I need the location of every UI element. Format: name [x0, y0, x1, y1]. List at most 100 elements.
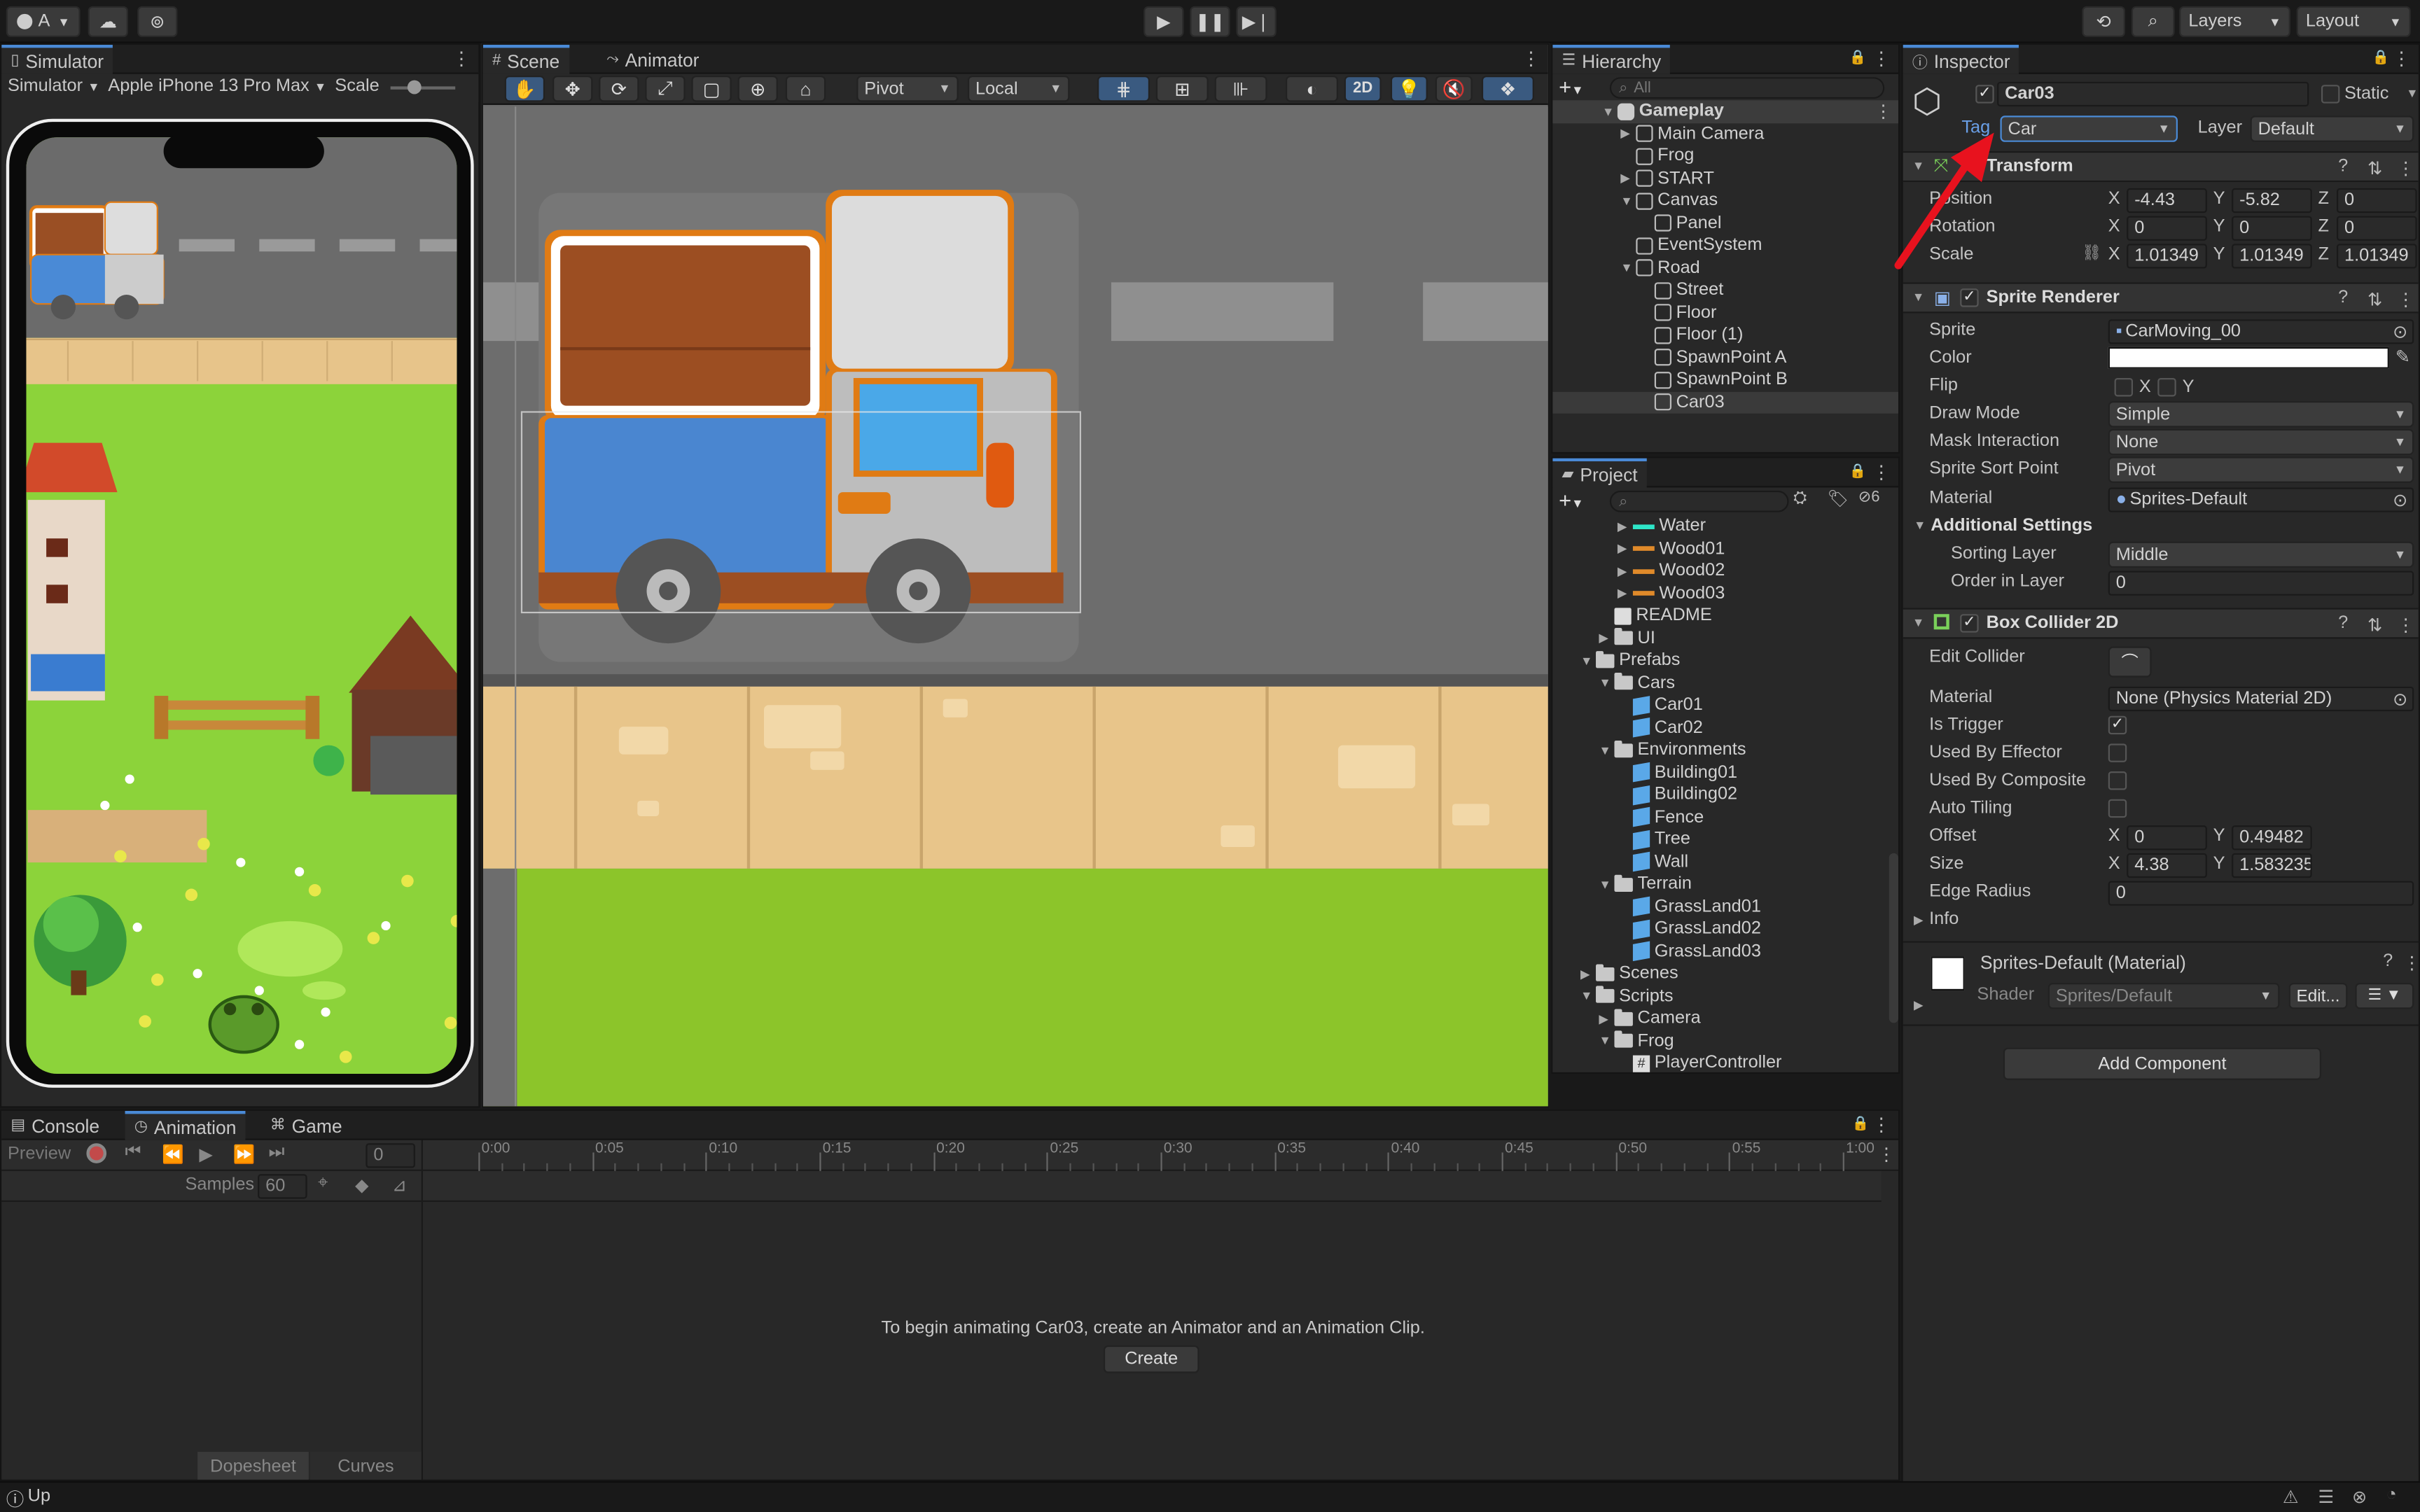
- simulator-menu-icon[interactable]: ⋮: [452, 48, 471, 69]
- sorting-layer-dropdown[interactable]: Middle ▼: [2108, 541, 2414, 568]
- hierarchy-item[interactable]: SpawnPoint B: [1552, 369, 1898, 391]
- custom-tool-button[interactable]: ⌂: [785, 75, 826, 102]
- hierarchy-item[interactable]: Floor: [1552, 302, 1898, 324]
- fold-icon[interactable]: ▶: [1599, 631, 1614, 645]
- first-keyframe-button[interactable]: ⏮: [125, 1143, 141, 1163]
- sprite-renderer-enabled-checkbox[interactable]: ✓: [1960, 288, 1979, 307]
- frame-field[interactable]: 0: [366, 1143, 415, 1168]
- preview-button[interactable]: Preview: [8, 1144, 71, 1163]
- ruler-button[interactable]: ⊪: [1214, 75, 1267, 102]
- lighting-toggle[interactable]: 💡: [1390, 75, 1428, 102]
- auto-tiling-checkbox[interactable]: [2108, 799, 2127, 818]
- inspector-menu-icon[interactable]: ⋮: [2392, 48, 2410, 69]
- tab-game[interactable]: ⌘ Game: [260, 1111, 351, 1140]
- hierarchy-item[interactable]: ▶ START: [1552, 167, 1898, 190]
- tab-hierarchy[interactable]: ☰ Hierarchy: [1552, 44, 1671, 74]
- object-picker-icon[interactable]: ⊙: [2393, 688, 2407, 709]
- used-by-composite-checkbox[interactable]: [2108, 771, 2127, 790]
- hierarchy-item[interactable]: ▼ Gameplay ⋮: [1552, 100, 1899, 123]
- project-search-input[interactable]: ⌕: [1609, 490, 1789, 512]
- layer-dropdown[interactable]: Default ▼: [2250, 115, 2414, 142]
- move-tool-button[interactable]: ✥: [552, 75, 593, 102]
- add-component-button[interactable]: Add Component: [2003, 1047, 2321, 1080]
- help-icon[interactable]: ?: [2383, 952, 2393, 970]
- record-button[interactable]: [86, 1143, 107, 1163]
- project-item[interactable]: Car02: [1552, 717, 1886, 739]
- hierarchy-item[interactable]: EventSystem: [1552, 234, 1898, 257]
- game-view-image[interactable]: [9, 122, 473, 1088]
- cloud-button[interactable]: ☁: [88, 6, 128, 37]
- project-item[interactable]: GrassLand03: [1552, 940, 1886, 962]
- next-keyframe-button[interactable]: ⏩: [233, 1143, 256, 1165]
- local-dropdown[interactable]: Local ▼: [967, 75, 1070, 102]
- color-swatch[interactable]: [2108, 346, 2389, 369]
- flip-x-checkbox[interactable]: [2114, 378, 2134, 397]
- project-item[interactable]: ▶ Water: [1552, 515, 1886, 538]
- tab-project[interactable]: ▰ Project: [1552, 458, 1647, 488]
- step-button[interactable]: ▶❘: [1236, 6, 1277, 37]
- cache-icon[interactable]: ☰: [2318, 1486, 2335, 1507]
- preset-icon[interactable]: ⇅: [2367, 288, 2382, 310]
- preset-icon[interactable]: ⇅: [2367, 158, 2382, 178]
- box-collider-header[interactable]: ▼ ✓ Box Collider 2D ? ⇅ ⋮: [1903, 608, 2419, 639]
- simulator-mode-dropdown[interactable]: Simulator ▼: [8, 77, 100, 95]
- tab-scene[interactable]: # Scene: [482, 44, 569, 74]
- fold-icon[interactable]: ▶: [1618, 587, 1633, 601]
- scene-car[interactable]: [520, 190, 1081, 662]
- preset-icon[interactable]: ⇅: [2367, 614, 2382, 636]
- animation-lock-icon[interactable]: 🔒: [1852, 1116, 1870, 1133]
- layout-dropdown[interactable]: Layout ▼: [2296, 6, 2411, 37]
- play-animation-button[interactable]: ▶: [199, 1143, 213, 1165]
- scene-menu-icon[interactable]: ⋮: [1875, 101, 1892, 122]
- rotation-z-field[interactable]: 0: [2336, 216, 2417, 241]
- hierarchy-item[interactable]: Street: [1552, 279, 1898, 302]
- object-name-field[interactable]: Car03: [1997, 81, 2309, 107]
- edit-collider-button[interactable]: ⌒: [2108, 646, 2152, 678]
- hierarchy-lock-icon[interactable]: 🔒: [1849, 50, 1866, 66]
- project-item[interactable]: Wall: [1552, 851, 1886, 874]
- scale-z-field[interactable]: 1.01349: [2336, 244, 2417, 269]
- help-icon[interactable]: ?: [2338, 614, 2348, 632]
- project-item[interactable]: ▼ Frog: [1552, 1030, 1886, 1052]
- hierarchy-item[interactable]: Panel: [1552, 212, 1898, 234]
- project-menu-icon[interactable]: ⋮: [1872, 461, 1891, 483]
- fold-icon[interactable]: ▼: [1599, 878, 1614, 892]
- hierarchy-item[interactable]: ▼ Canvas: [1552, 190, 1898, 212]
- position-y-field[interactable]: -5.82: [2232, 188, 2312, 214]
- hierarchy-item[interactable]: Floor (1): [1552, 324, 1898, 346]
- component-menu-icon[interactable]: ⋮: [2397, 614, 2414, 636]
- info-fold-icon[interactable]: ▶: [1914, 913, 1924, 927]
- static-dropdown[interactable]: ▼: [2406, 86, 2418, 100]
- hierarchy-item[interactable]: ▼ Road: [1552, 257, 1898, 279]
- debug-icon[interactable]: ⚠: [2283, 1486, 2299, 1507]
- scale-slider[interactable]: [390, 86, 456, 90]
- fold-icon[interactable]: ▶: [1620, 172, 1636, 186]
- material-fold-icon[interactable]: ▶: [1914, 998, 1924, 1012]
- curves-tab[interactable]: Curves: [310, 1452, 422, 1480]
- project-item[interactable]: Tree: [1552, 829, 1886, 851]
- hand-tool-button[interactable]: ✋: [504, 75, 545, 102]
- project-item[interactable]: ▼ Cars: [1552, 672, 1886, 694]
- project-item[interactable]: ▼ Scripts: [1552, 985, 1886, 1007]
- timeline-menu-icon[interactable]: ⋮: [1877, 1143, 1895, 1165]
- fold-icon[interactable]: ▶: [1618, 564, 1633, 578]
- samples-field[interactable]: 60: [258, 1174, 307, 1199]
- component-menu-icon[interactable]: ⋮: [2397, 288, 2414, 310]
- shading-mode-button[interactable]: ◐: [1285, 75, 1338, 102]
- project-item[interactable]: Building02: [1552, 784, 1886, 806]
- pause-button[interactable]: ❚❚: [1190, 6, 1230, 37]
- project-item[interactable]: GrassLand02: [1552, 918, 1886, 940]
- order-in-layer-field[interactable]: 0: [2108, 570, 2414, 596]
- position-x-field[interactable]: -4.43: [2127, 188, 2207, 214]
- project-item[interactable]: Fence: [1552, 806, 1886, 829]
- project-scrollbar[interactable]: [1889, 853, 1899, 1023]
- rotation-x-field[interactable]: 0: [2127, 216, 2207, 241]
- event-marker-icon[interactable]: ⊿: [392, 1174, 407, 1196]
- filter-type-icon[interactable]: ⛭: [1793, 489, 1807, 510]
- additional-settings-fold-icon[interactable]: ▼: [1914, 519, 1926, 533]
- fold-icon[interactable]: ▶: [1580, 967, 1596, 981]
- is-trigger-checkbox[interactable]: ✓: [2108, 715, 2127, 735]
- filter-label-icon[interactable]: 🏷: [1828, 489, 1849, 509]
- fold-icon[interactable]: ▼: [1620, 261, 1636, 275]
- animation-menu-icon[interactable]: ⋮: [1872, 1114, 1891, 1135]
